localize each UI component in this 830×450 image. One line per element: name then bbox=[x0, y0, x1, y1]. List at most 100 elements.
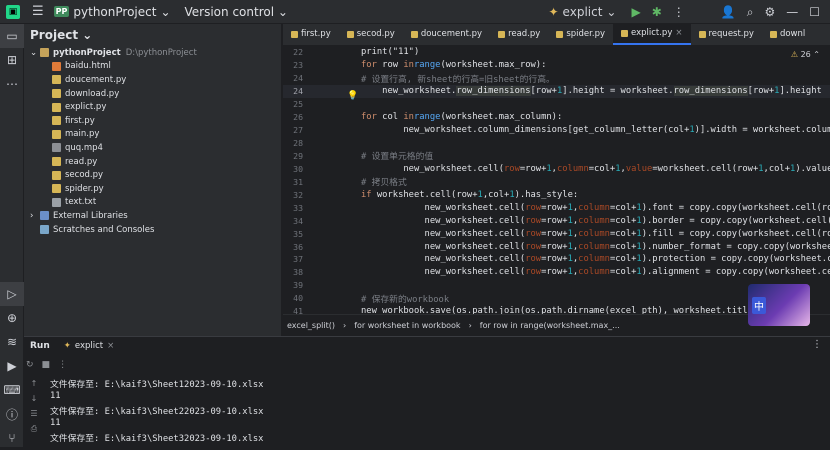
file-name: read.py bbox=[65, 156, 98, 167]
file-item[interactable]: first.py bbox=[24, 114, 281, 128]
editor-tab[interactable]: first.py bbox=[283, 24, 339, 45]
project-badge: PP bbox=[53, 6, 70, 17]
file-icon bbox=[52, 157, 61, 167]
tree-root[interactable]: ⌄ pythonProject D:\pythonProject bbox=[24, 46, 281, 60]
chevron-down-icon: ⌄ bbox=[30, 47, 38, 58]
more-tools-icon[interactable]: ⋯ bbox=[0, 72, 24, 96]
run-panel: Run ✦ explict × ⋮ ↻ ■ ⋮ ↑ ↓ ☰ ⎙ 文件保存至: E… bbox=[24, 336, 830, 447]
structure-tool-icon[interactable]: ⊞ bbox=[0, 48, 24, 72]
editor-tab[interactable]: request.py bbox=[691, 24, 762, 45]
breadcrumb-item[interactable]: for worksheet in workbook bbox=[354, 321, 460, 330]
problems-icon[interactable]: ⓘ bbox=[0, 402, 24, 426]
main-menu-icon[interactable]: ☰ bbox=[32, 4, 44, 19]
console-line: 文件保存至: E:\kaif3\Sheet12023-09-10.xlsx bbox=[50, 380, 264, 390]
editor-tab[interactable]: secod.py bbox=[339, 24, 403, 45]
file-item[interactable]: main.py bbox=[24, 128, 281, 142]
git-icon[interactable]: ⑂ bbox=[0, 426, 24, 450]
python-file-icon bbox=[621, 29, 628, 37]
file-item[interactable]: download.py bbox=[24, 87, 281, 101]
version-control-menu[interactable]: Version control ⌄ bbox=[185, 5, 288, 19]
app-logo-icon: ▣ bbox=[6, 4, 20, 19]
breadcrumb-item[interactable]: for row in range(worksheet.max_... bbox=[480, 321, 620, 330]
scratches-and-consoles[interactable]: Scratches and Consoles bbox=[24, 223, 281, 237]
python-packages-icon[interactable]: ⊕ bbox=[0, 306, 24, 330]
lightbulb-icon[interactable]: 💡 bbox=[347, 91, 358, 101]
editor-tab[interactable]: doucement.py bbox=[403, 24, 490, 45]
external-libraries[interactable]: › External Libraries bbox=[24, 209, 281, 223]
close-icon[interactable]: × bbox=[107, 341, 114, 351]
external-libraries-label: External Libraries bbox=[53, 210, 128, 221]
file-item[interactable]: read.py bbox=[24, 155, 281, 169]
project-switcher[interactable]: PP pythonProject ⌄ bbox=[53, 4, 171, 19]
python-file-icon bbox=[769, 30, 777, 38]
file-icon bbox=[52, 61, 61, 71]
python-file-icon bbox=[698, 30, 706, 38]
minimize-icon[interactable]: — bbox=[786, 5, 798, 19]
file-item[interactable]: text.txt bbox=[24, 196, 281, 210]
file-item[interactable]: spider.py bbox=[24, 182, 281, 196]
project-name: pythonProject bbox=[73, 4, 157, 19]
python-icon: ✦ bbox=[548, 5, 559, 19]
python-file-icon bbox=[498, 30, 506, 38]
root-name: pythonProject bbox=[53, 47, 121, 58]
soft-wrap-icon[interactable]: ☰ bbox=[30, 409, 37, 418]
console-line: 11 bbox=[50, 417, 61, 428]
more-icon[interactable]: ⋮ bbox=[58, 360, 67, 370]
file-icon bbox=[52, 75, 61, 85]
file-item[interactable]: quq.mp4 bbox=[24, 141, 281, 155]
code-area[interactable]: 22 print("11") 23 for row in range (workshe… bbox=[283, 46, 830, 314]
breadcrumb-item[interactable]: excel_split() bbox=[287, 321, 335, 330]
run-tool-icon[interactable]: ▷ bbox=[0, 282, 24, 306]
file-item[interactable]: baidu.html bbox=[24, 60, 281, 74]
user-icon[interactable]: 👤 bbox=[721, 5, 736, 19]
editor-tab[interactable]: explict.py × bbox=[613, 24, 691, 45]
file-icon bbox=[52, 116, 61, 126]
left-tool-strip: ▭ ⊞ ⋯ ▷ ⊕ ≋ ▶ ⌨ ⓘ ⑂ bbox=[0, 24, 24, 447]
run-tab-label: explict bbox=[74, 341, 104, 351]
rerun-icon[interactable]: ↻ bbox=[26, 360, 34, 370]
run-tab[interactable]: ✦ explict × bbox=[64, 341, 115, 351]
file-icon bbox=[52, 197, 61, 207]
file-icon bbox=[52, 129, 61, 139]
project-panel: Project ⌄ ⌄ pythonProject D:\pythonProje… bbox=[24, 24, 282, 336]
file-icon bbox=[52, 102, 61, 112]
decorative-widget: 中 bbox=[748, 284, 810, 326]
file-item[interactable]: secod.py bbox=[24, 168, 281, 182]
editor-tab-label: request.py bbox=[708, 29, 754, 39]
run-panel-title: Run bbox=[30, 341, 50, 351]
services-icon[interactable]: ▶ bbox=[0, 354, 24, 378]
python-icon: ✦ bbox=[63, 341, 71, 351]
maximize-icon[interactable]: ☐ bbox=[809, 5, 820, 19]
project-panel-header[interactable]: Project ⌄ bbox=[24, 24, 281, 46]
python-file-icon bbox=[410, 30, 418, 38]
project-tool-icon[interactable]: ▭ bbox=[0, 24, 24, 48]
layers-icon[interactable]: ≋ bbox=[0, 330, 24, 354]
file-name: quq.mp4 bbox=[65, 142, 103, 153]
file-item[interactable]: explict.py bbox=[24, 100, 281, 114]
file-name: doucement.py bbox=[65, 74, 127, 85]
editor-tab[interactable]: downl bbox=[762, 24, 813, 45]
file-name: download.py bbox=[65, 88, 120, 99]
run-icon[interactable]: ▶ bbox=[631, 5, 640, 19]
file-item[interactable]: doucement.py bbox=[24, 73, 281, 87]
more-icon[interactable]: ⋮ bbox=[673, 5, 685, 19]
editor-tabs: first.py secod.py doucement.py read.py spide… bbox=[283, 24, 830, 46]
settings-gear-icon[interactable]: ⚙ bbox=[764, 5, 775, 19]
scroll-down-icon[interactable]: ↓ bbox=[31, 394, 38, 403]
python-file-icon bbox=[556, 30, 564, 38]
scroll-up-icon[interactable]: ↑ bbox=[31, 379, 38, 388]
print-icon[interactable]: ⎙ bbox=[31, 424, 37, 434]
close-icon[interactable]: × bbox=[675, 28, 682, 38]
editor-tab[interactable]: spider.py bbox=[548, 24, 613, 45]
console-output[interactable]: 文件保存至: E:\kaif3\Sheet12023-09-10.xlsx 11 文… bbox=[50, 377, 263, 445]
debug-icon[interactable]: ✱ bbox=[652, 5, 662, 19]
chevron-right-icon: › bbox=[30, 210, 34, 221]
terminal-icon[interactable]: ⌨ bbox=[0, 378, 24, 402]
more-icon[interactable]: ⋮ bbox=[812, 339, 822, 350]
editor-tab[interactable]: read.py bbox=[490, 24, 548, 45]
search-icon[interactable]: ⌕ bbox=[747, 5, 754, 20]
stop-icon[interactable]: ■ bbox=[42, 360, 51, 370]
console-line: 文件保存至: E:\kaif3\Sheet32023-09-10.xlsx bbox=[50, 434, 264, 444]
run-configuration-selector[interactable]: ✦ explict ⌄ bbox=[548, 5, 616, 19]
file-icon bbox=[52, 143, 61, 153]
